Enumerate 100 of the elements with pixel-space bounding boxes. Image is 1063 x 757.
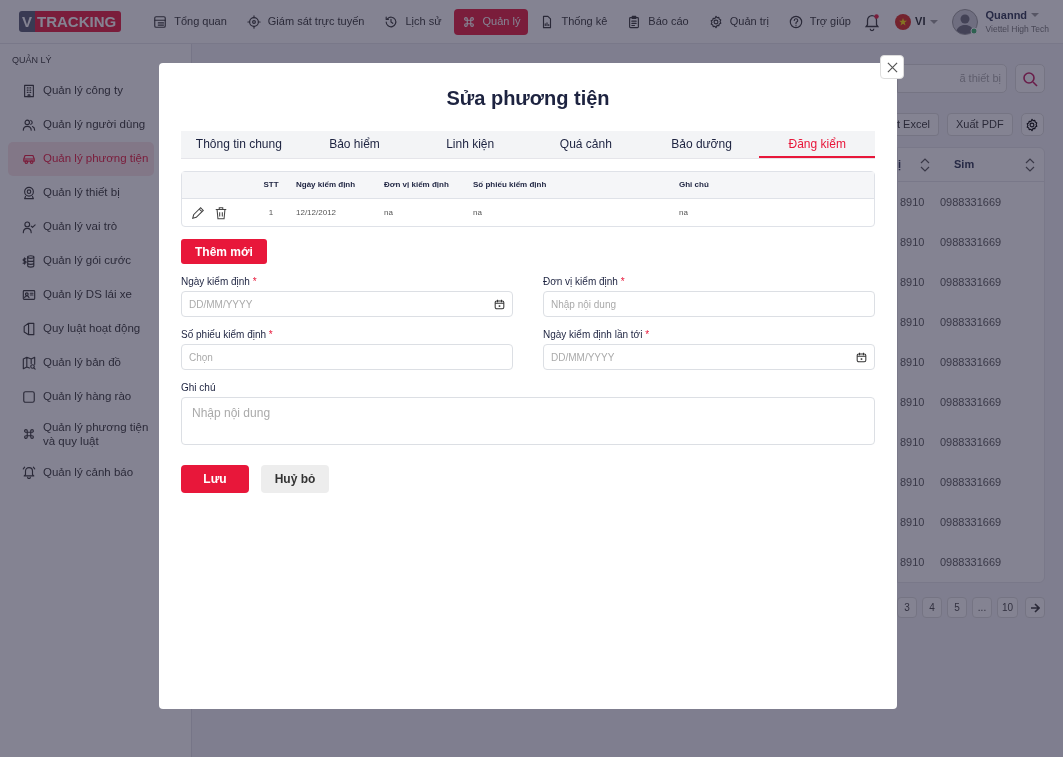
delete-button[interactable]	[214, 205, 228, 220]
close-button[interactable]	[880, 55, 904, 79]
table-cell-text: 0988331669	[940, 314, 1002, 330]
nav-item[interactable]: Lịch sử	[376, 8, 450, 35]
users-icon	[22, 117, 36, 132]
tab[interactable]: Linh kiện	[412, 131, 528, 158]
user-check-icon	[22, 219, 36, 234]
user-name: Quannd	[985, 7, 1028, 23]
table-cell-text: na	[473, 206, 483, 219]
trash-icon	[214, 205, 228, 220]
nav-item[interactable]: Giám sát trực tuyến	[238, 8, 373, 35]
page-button[interactable]: 10	[997, 597, 1019, 618]
sort-icon	[920, 157, 930, 172]
nav-item[interactable]: Tổng quan	[145, 8, 235, 35]
language-selector[interactable]: VI	[915, 13, 938, 30]
tab[interactable]: Thông tin chung	[181, 131, 297, 158]
nav-item[interactable]: Quản trị	[700, 8, 777, 35]
sidebar-item[interactable]: Quản lý cảnh báo	[8, 455, 140, 490]
table-cell-text: 8910	[900, 314, 926, 330]
export-pdf-button[interactable]: Xuất PDF	[947, 113, 1013, 136]
arrow-right-icon	[1030, 603, 1040, 614]
square-icon	[22, 389, 36, 404]
table-cell-text: 8910	[900, 354, 926, 370]
settings-button[interactable]	[1020, 113, 1044, 136]
bell-icon	[22, 465, 36, 480]
page-button[interactable]: 3	[897, 597, 917, 618]
sidebar-item[interactable]: Quản lý người dùng	[8, 107, 152, 142]
settings-icon	[1025, 117, 1040, 132]
nav-item[interactable]: Thống kê	[532, 8, 616, 35]
input-field[interactable]: Chọn	[181, 344, 513, 370]
nav-item[interactable]: Trợ giúp	[780, 8, 859, 35]
webcam-icon	[22, 185, 36, 200]
nav-item[interactable]: Quản lý	[453, 8, 529, 35]
sidebar-item[interactable]: Quy luật hoạt động	[8, 311, 147, 346]
table-cell-text: 8910	[900, 274, 926, 290]
calendar-icon	[494, 298, 505, 310]
id-card-icon	[22, 287, 36, 302]
nav-item[interactable]: Báo cáo	[619, 8, 697, 35]
tab[interactable]: Quá cảnh	[528, 131, 644, 158]
export-excel-button[interactable]: t Excel	[897, 113, 939, 136]
sidebar-item[interactable]: Quản lý vai trò	[8, 209, 124, 244]
table-cell-text: na	[679, 206, 689, 219]
date-field[interactable]: DD/MM/YYYY	[181, 291, 513, 317]
page-button[interactable]: 4	[922, 597, 942, 618]
note-field[interactable]: Nhập nội dung	[181, 397, 875, 445]
table-cell-text: 0988331669	[940, 514, 1002, 530]
search-button[interactable]	[1015, 64, 1045, 93]
logo: V TRACKING	[19, 11, 122, 32]
table-cell-text: 8910	[900, 554, 926, 570]
page-button[interactable]: 5	[947, 597, 967, 618]
sidebar-item[interactable]: Quản lý bản đồ	[8, 345, 127, 380]
pencil-icon	[191, 205, 205, 220]
target-icon	[246, 14, 261, 29]
book-icon	[22, 321, 36, 336]
column-header: Ngày kiểm định	[295, 179, 357, 191]
table-cell-text: 8910	[900, 514, 926, 530]
tab[interactable]: Đăng kiểm	[759, 131, 876, 158]
save-button[interactable]: Lưu	[181, 465, 249, 493]
tab[interactable]: Bảo hiểm	[296, 131, 413, 158]
clipboard-icon	[627, 14, 642, 29]
cancel-button[interactable]: Huỷ bỏ	[261, 465, 329, 493]
column-header: Đơn vị kiểm định	[384, 179, 450, 191]
sidebar-item[interactable]: Quản lý gói cước	[8, 243, 138, 278]
sidebar-section-title: QUẢN LÝ	[11, 54, 53, 67]
command-icon	[22, 427, 36, 442]
field-label: Ngày kiểm định lần tới *	[543, 329, 651, 341]
search-icon	[1022, 70, 1038, 87]
sidebar-item[interactable]: Quản lý phương tiện	[8, 141, 155, 176]
page-button[interactable]: ...	[972, 597, 992, 618]
settings-icon	[708, 14, 723, 29]
table-cell-text: 8910	[900, 434, 926, 450]
sidebar-item[interactable]: Quản lý thiết bị	[8, 175, 126, 210]
table-cell-text: 1	[267, 206, 275, 219]
dashboard-icon	[153, 14, 168, 29]
date-field[interactable]: DD/MM/YYYY	[543, 344, 875, 370]
column-header: ị	[898, 157, 902, 173]
column-header: Số phiếu kiểm định	[473, 179, 548, 191]
table-cell-text: 8910	[900, 394, 926, 410]
sidebar-item[interactable]: Quản lý hàng rào	[8, 379, 138, 414]
caret-icon	[929, 19, 938, 24]
sidebar-item[interactable]: Quản lý DS lái xe	[8, 277, 138, 312]
column-header: STT	[262, 179, 280, 191]
help-icon	[788, 14, 803, 29]
field-label: Ghi chú	[181, 382, 217, 394]
modal-title: Sửa phương tiện	[445, 86, 611, 111]
command-icon	[461, 14, 476, 29]
field-label: Ngày kiểm định *	[181, 276, 258, 288]
vietnam-flag-icon	[895, 13, 912, 30]
sidebar-item[interactable]: Quản lý công ty	[8, 73, 129, 108]
add-button[interactable]: Thêm mới	[181, 239, 267, 264]
table-cell-text: 0988331669	[940, 554, 1002, 570]
caret-icon	[1031, 13, 1040, 18]
tab[interactable]: Bảo dưỡng	[643, 131, 760, 158]
table-cell-text: 0988331669	[940, 354, 1002, 370]
sidebar-item[interactable]: Quản lý phương tiện và quy luật	[8, 413, 156, 456]
sort-icon	[1025, 157, 1035, 172]
next-page-button[interactable]	[1025, 597, 1045, 618]
history-icon	[384, 14, 399, 29]
edit-button[interactable]	[191, 205, 205, 220]
input-field[interactable]: Nhập nội dung	[543, 291, 875, 317]
